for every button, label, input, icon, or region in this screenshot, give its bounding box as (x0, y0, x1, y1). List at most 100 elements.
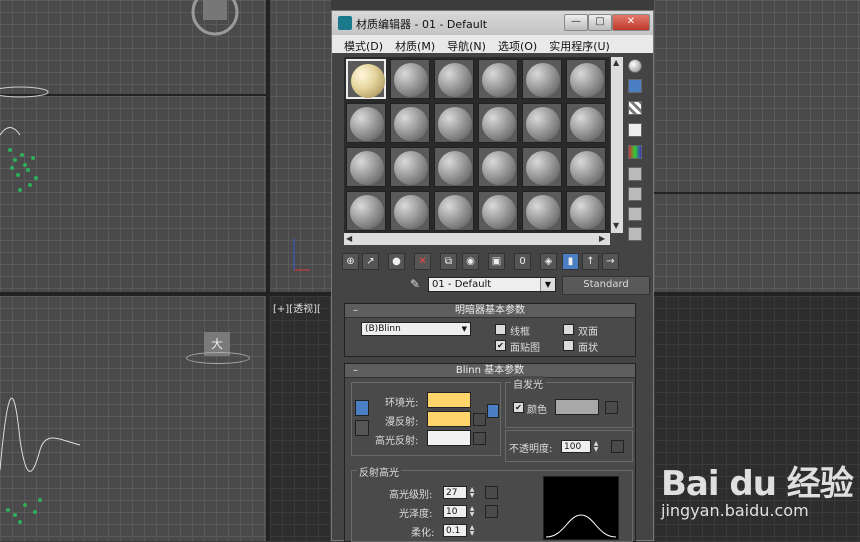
specular-level-input[interactable]: 27 (443, 486, 467, 499)
shader-select[interactable]: (B)Blinn ▼ (361, 322, 471, 336)
faceted-checkbox[interactable] (563, 340, 574, 351)
viewport-label[interactable]: [+][透视][ (273, 300, 321, 315)
scroll-left-arrow-icon[interactable]: ◀ (346, 234, 352, 243)
material-sample-slot[interactable] (478, 103, 518, 143)
scroll-up-arrow-icon[interactable]: ▲ (613, 58, 619, 67)
opacity-input[interactable]: 100 (561, 440, 591, 453)
material-sample-slot[interactable] (434, 191, 474, 231)
material-sample-slot[interactable] (434, 103, 474, 143)
self-illum-color-swatch[interactable] (555, 399, 599, 415)
material-sample-slot[interactable] (346, 191, 386, 231)
material-id-channel-icon[interactable]: 0 (514, 253, 531, 270)
make-preview-icon[interactable] (628, 167, 642, 181)
material-name-field[interactable]: 01 - Default ▼ (428, 277, 556, 292)
material-sample-slot[interactable] (346, 59, 386, 99)
material-sample-slot[interactable] (478, 191, 518, 231)
lock-ambient-diffuse-icon[interactable] (355, 400, 369, 416)
opacity-map-button[interactable] (611, 440, 624, 453)
menu-material[interactable]: 材质(M) (389, 35, 441, 53)
reset-material-icon[interactable]: ✕ (414, 253, 431, 270)
material-sample-slot[interactable] (566, 191, 606, 231)
backlight-icon[interactable] (628, 79, 642, 93)
slots-horizontal-scrollbar[interactable]: ◀ ▶ (344, 233, 610, 245)
app-icon (338, 16, 352, 30)
self-illum-map-button[interactable] (605, 401, 618, 414)
options-icon[interactable] (628, 187, 642, 201)
material-navigator-icon[interactable] (628, 227, 642, 241)
viewport-front-right[interactable] (654, 0, 860, 292)
material-sample-slot[interactable] (390, 191, 430, 231)
soften-input[interactable]: 0.1 (443, 524, 467, 537)
specular-level-spinner-arrows[interactable]: ▲ ▼ (468, 487, 476, 500)
collapse-icon[interactable]: – (353, 304, 358, 317)
rollout-header[interactable]: – 明暗器基本参数 (345, 304, 635, 318)
material-sample-slot[interactable] (478, 59, 518, 99)
material-sample-slot[interactable] (522, 103, 562, 143)
minimize-button[interactable]: — (564, 14, 588, 31)
make-copy-icon[interactable]: ⧉ (440, 253, 457, 270)
ambient-color-swatch[interactable] (427, 392, 471, 408)
soften-spinner-arrows[interactable]: ▲ ▼ (468, 525, 476, 538)
scroll-down-arrow-icon[interactable]: ▼ (613, 221, 619, 230)
put-to-scene-icon[interactable]: ↗ (362, 253, 379, 270)
material-sample-slot[interactable] (434, 59, 474, 99)
specular-level-map-button[interactable] (485, 486, 498, 499)
wire-checkbox[interactable] (495, 324, 506, 335)
collapse-icon[interactable]: – (353, 364, 358, 377)
title-bar[interactable]: 材质编辑器 - 01 - Default — □ ✕ (332, 11, 653, 35)
menu-options[interactable]: 选项(O) (492, 35, 543, 53)
opacity-spinner-arrows[interactable]: ▲ ▼ (592, 441, 600, 454)
material-sample-slot[interactable] (346, 147, 386, 187)
lock-icon[interactable] (487, 404, 499, 418)
slots-vertical-scrollbar[interactable]: ▲ ▼ (611, 57, 623, 233)
put-to-library-icon[interactable]: ▣ (488, 253, 505, 270)
scroll-right-arrow-icon[interactable]: ▶ (599, 234, 605, 243)
material-sample-slot[interactable] (522, 147, 562, 187)
maximize-button[interactable]: □ (588, 14, 612, 31)
sample-uv-tiling-icon[interactable] (628, 123, 642, 137)
material-sample-slot[interactable] (566, 147, 606, 187)
face-map-checkbox[interactable]: ✔ (495, 340, 506, 351)
get-material-icon[interactable]: ⊕ (342, 253, 359, 270)
menu-navigation[interactable]: 导航(N) (441, 35, 492, 53)
rollout-header[interactable]: – Blinn 基本参数 (345, 364, 635, 378)
self-illum-color-checkbox[interactable]: ✔ (513, 402, 524, 413)
material-sample-slot[interactable] (434, 147, 474, 187)
show-map-in-viewport-icon[interactable]: ◈ (540, 253, 557, 270)
material-sample-slot[interactable] (566, 59, 606, 99)
diffuse-color-swatch[interactable] (427, 411, 471, 427)
select-by-material-icon[interactable] (628, 207, 642, 221)
go-to-parent-icon[interactable]: ↑ (582, 253, 599, 270)
material-sample-slot[interactable] (478, 147, 518, 187)
lock-diffuse-specular-icon[interactable] (355, 420, 369, 436)
close-button[interactable]: ✕ (612, 14, 650, 31)
go-forward-sibling-icon[interactable]: → (602, 253, 619, 270)
material-sample-slot[interactable] (390, 103, 430, 143)
assign-material-icon[interactable]: ● (388, 253, 405, 270)
material-sample-slot[interactable] (390, 59, 430, 99)
material-sample-slot[interactable] (522, 191, 562, 231)
material-sample-slot[interactable] (522, 59, 562, 99)
material-sample-slot[interactable] (566, 103, 606, 143)
show-end-result-icon[interactable]: ▮ (562, 253, 579, 270)
video-color-check-icon[interactable] (628, 145, 642, 159)
specular-map-button[interactable] (473, 432, 486, 445)
material-sphere-preview (351, 64, 385, 98)
diffuse-map-button[interactable] (473, 413, 486, 426)
material-type-button[interactable]: Standard (562, 276, 650, 295)
make-unique-icon[interactable]: ◉ (462, 253, 479, 270)
glossiness-map-button[interactable] (485, 505, 498, 518)
background-icon[interactable] (628, 101, 642, 115)
material-sphere-preview (394, 195, 428, 229)
specular-color-swatch[interactable] (427, 430, 471, 446)
material-sample-slot[interactable] (346, 103, 386, 143)
menu-utilities[interactable]: 实用程序(U) (543, 35, 616, 53)
glossiness-spinner-arrows[interactable]: ▲ ▼ (468, 506, 476, 519)
chevron-down-icon[interactable]: ▼ (540, 278, 555, 291)
two-sided-checkbox[interactable] (563, 324, 574, 335)
eyedropper-icon[interactable]: ✎ (410, 277, 420, 291)
glossiness-input[interactable]: 10 (443, 505, 467, 518)
material-sample-slot[interactable] (390, 147, 430, 187)
sample-type-icon[interactable] (628, 59, 642, 73)
menu-mode[interactable]: 模式(D) (338, 35, 389, 53)
